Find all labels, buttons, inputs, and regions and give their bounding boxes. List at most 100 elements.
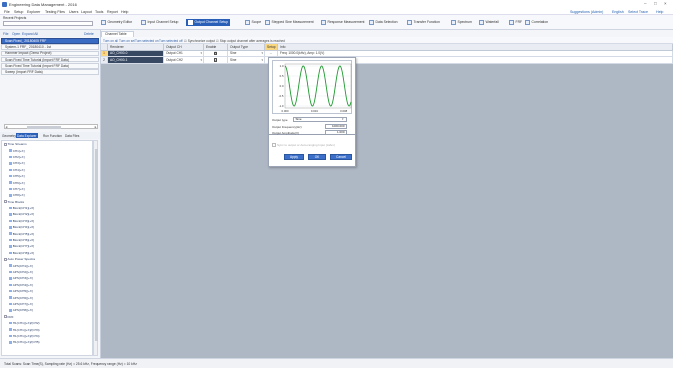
menu-testing-files[interactable]: Testing Files xyxy=(45,10,65,14)
menu-explorer[interactable]: Explorer xyxy=(27,10,40,14)
turn-on-all-button[interactable]: Turn on all xyxy=(103,39,118,43)
cancel-button[interactable]: Cancel xyxy=(330,154,352,160)
project-file-tab[interactable]: File xyxy=(3,32,8,36)
menu-suggestions[interactable]: Suggestions (Admin) xyxy=(570,10,603,14)
channel-icon xyxy=(9,296,12,299)
tree-scrollbar[interactable] xyxy=(93,140,98,356)
input-channel-setup-button[interactable]: Input Channel Setup xyxy=(140,19,179,26)
project-item[interactable]: System-1 FRF_ 20180410 - 1st xyxy=(1,44,99,50)
minimize-button[interactable]: – xyxy=(644,1,647,6)
turn-on-sel-button[interactable]: Turn on sel xyxy=(119,39,135,43)
expand-toggle-icon[interactable] xyxy=(3,142,7,146)
channel-table-tab[interactable]: Channel Table xyxy=(101,30,134,37)
menu-users[interactable]: Users xyxy=(69,10,78,14)
channel-icon xyxy=(9,181,12,184)
project-item[interactable]: Hammer Impact (Demo Project) xyxy=(1,50,99,57)
frf-button[interactable]: FRF xyxy=(508,19,523,26)
row-number[interactable]: 2 xyxy=(101,57,108,64)
spectrum-icon xyxy=(451,19,456,25)
expand-toggle-icon[interactable] xyxy=(3,200,7,204)
channel-icon xyxy=(9,206,12,210)
project-item[interactable]: Scan Fixed_ 20180405 FRF xyxy=(1,38,99,44)
channel-icon xyxy=(9,245,12,248)
project-scrollbar[interactable]: ◂ ▸ xyxy=(4,124,98,129)
tab-geometry[interactable]: Geometry xyxy=(1,133,17,138)
menu-select-trace[interactable]: Select Trace xyxy=(628,10,648,14)
menu-layout[interactable]: Layout xyxy=(81,10,92,14)
data-selection-button[interactable]: Data Selection xyxy=(368,19,399,26)
tab-run-function[interactable]: Run Function xyxy=(42,133,63,138)
amplitude-input[interactable]: 1.000 xyxy=(325,130,347,135)
channel-table: Renderer Output CH Enable Output Type Se… xyxy=(101,44,673,74)
transfer-function-button[interactable]: Transfer Function xyxy=(406,19,441,26)
menu-language[interactable]: English xyxy=(612,10,624,14)
project-item[interactable]: Scan Fixed Time Tutorial (Import FRF Dat… xyxy=(1,56,99,63)
channel-icon xyxy=(9,162,12,165)
tab-data-explorer[interactable]: Data Explorer xyxy=(16,133,38,138)
scope-icon xyxy=(245,19,250,25)
scrollbar-thumb[interactable] xyxy=(27,125,61,129)
geometry-editor-button[interactable]: Geometry Editor xyxy=(100,19,133,26)
x-tick-label: 0.008 xyxy=(340,109,347,113)
output-channel-setup-button[interactable]: Output Channel Setup xyxy=(186,19,231,26)
transfer-function-icon xyxy=(407,19,412,25)
scroll-left-icon[interactable]: ◂ xyxy=(6,125,8,129)
recent-projects-dropdown[interactable] xyxy=(3,21,93,26)
menu-report[interactable]: Report xyxy=(107,10,118,14)
menu-file[interactable]: File xyxy=(4,10,10,14)
sine-setup-popup: 1.0 0.5 0.0 -0.5 -1.0 0.000 0.004 0.008 Output… xyxy=(268,57,356,141)
project-toolbar: File Open Expand All Delete xyxy=(0,30,100,37)
x-tick-label: 0.000 xyxy=(282,109,289,113)
synchronize-output-option[interactable]: ☑ Synchronize output xyxy=(184,39,215,43)
project-list: Scan Fixed_ 20180405 FRF System-1 FRF_ 2… xyxy=(1,38,99,76)
project-open-tab[interactable]: Open xyxy=(12,32,20,36)
y-tick-label: -1.0 xyxy=(279,104,284,108)
tree-scrollbar-thumb[interactable] xyxy=(94,149,98,341)
channel-icon xyxy=(9,232,12,235)
spectrum-button[interactable]: Spectrum xyxy=(450,19,473,26)
apply-button[interactable]: Apply xyxy=(284,154,304,160)
turn-selected-on-button[interactable]: Turn selected on xyxy=(135,39,159,43)
chevron-down-icon: ▾ xyxy=(261,51,263,56)
channel-icon xyxy=(9,149,12,152)
scroll-right-icon[interactable]: ▸ xyxy=(95,125,97,129)
enable-checkbox[interactable]: ☑ xyxy=(204,57,228,64)
stop-output-option[interactable]: ☑ Stop output channel after averages is … xyxy=(216,39,285,43)
response-measurement-button[interactable]: Response Measurement xyxy=(320,19,365,26)
project-item[interactable]: Sweep (Import FRF Data) xyxy=(1,69,99,75)
menu-help-right[interactable]: Help xyxy=(656,10,663,14)
menu-setup[interactable]: Setup xyxy=(14,10,23,14)
menu-help[interactable]: Help xyxy=(121,10,128,14)
tree-item[interactable]: H1(CH1)[+X]/(CH5) xyxy=(2,339,92,345)
turn-selected-off-button[interactable]: Turn selected off xyxy=(159,39,183,43)
menu-tools[interactable]: Tools xyxy=(95,10,103,14)
geometry-icon xyxy=(101,19,106,25)
expand-toggle-icon[interactable] xyxy=(3,257,7,261)
close-window-button[interactable]: × xyxy=(664,1,667,6)
channel-icon xyxy=(9,328,12,331)
channel-icon xyxy=(9,264,12,267)
channel-icon xyxy=(9,213,12,216)
waterfall-button[interactable]: Waterfall xyxy=(478,19,500,26)
tab-data-files[interactable]: Data Files xyxy=(64,133,80,138)
project-item[interactable]: Scan Fixed Time Tutorial (Import FRF Dat… xyxy=(1,63,99,69)
frequency-input[interactable]: 1000.000 xyxy=(325,124,347,129)
channel-icon xyxy=(9,187,12,191)
maximize-button[interactable]: □ xyxy=(654,1,657,6)
renderer-cell[interactable]: AO_CH00-1 xyxy=(108,57,164,64)
stepped-sine-button[interactable]: Stepped Sine Measurement xyxy=(264,19,315,26)
data-selection-icon xyxy=(369,19,374,25)
output-type-dropdown[interactable]: Sine ▾ xyxy=(293,117,347,122)
output-ch-select[interactable]: Output CH2 ▾ xyxy=(164,57,204,64)
output-type-select[interactable]: Sine ▾ xyxy=(228,57,265,64)
project-delete-tab[interactable]: Delete xyxy=(84,32,94,36)
project-expand-all-tab[interactable]: Expand All xyxy=(22,32,38,36)
scope-button[interactable]: Scope xyxy=(244,19,262,26)
amplitude-label: Output Amplitude(V) xyxy=(272,130,300,135)
expand-toggle-icon[interactable] xyxy=(3,315,7,319)
ok-button[interactable]: OK xyxy=(308,154,326,160)
y-tick-label: 1.0 xyxy=(280,64,284,68)
correlation-button[interactable]: Correlation xyxy=(524,19,549,26)
sync-output-checkbox[interactable]: Sync to output or Auto-ranging Input (Ai… xyxy=(272,143,335,147)
channel-icon xyxy=(9,155,12,159)
